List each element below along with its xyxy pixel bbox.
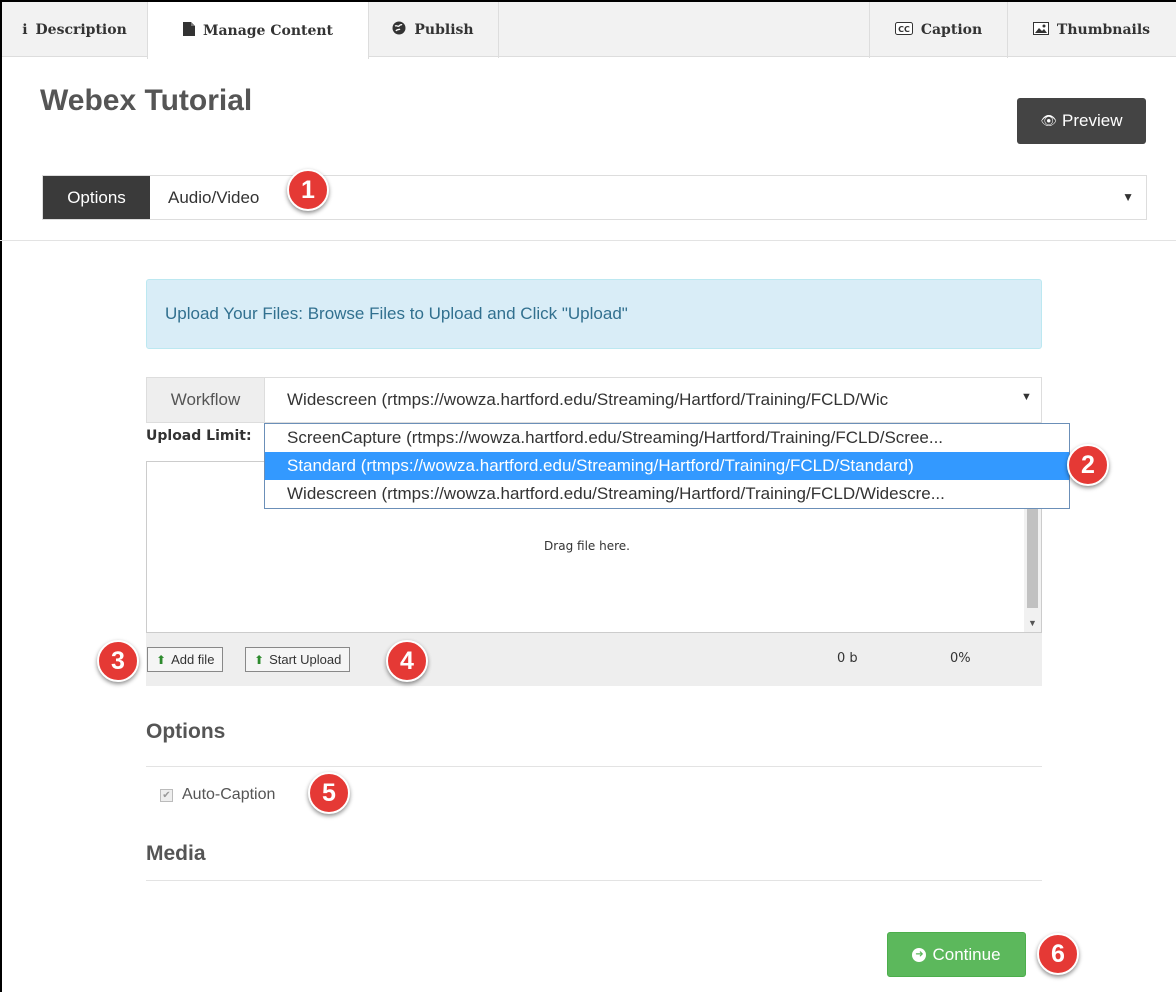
upload-limit-label: Upload Limit: bbox=[146, 428, 252, 444]
options-label: Options bbox=[43, 176, 150, 219]
workflow-value: Widescreen (rtmps://wowza.hartford.edu/S… bbox=[287, 390, 889, 409]
auto-caption-checkbox[interactable]: ✔ bbox=[160, 788, 173, 802]
alert-text: Upload Your Files: Browse Files to Uploa… bbox=[165, 304, 628, 323]
workflow-dropdown-list: ScreenCapture (rtmps://wowza.hartford.ed… bbox=[264, 423, 1070, 509]
up-arrow-icon: ⬆ bbox=[156, 652, 167, 667]
eye-icon: 👁 bbox=[1040, 113, 1058, 128]
tab-label: Publish bbox=[414, 22, 474, 38]
content-type-select[interactable]: Options Audio/Video ▼ bbox=[42, 175, 1147, 220]
arrow-right-circle-icon: ➜ bbox=[912, 947, 927, 962]
callout-badge: 4 bbox=[386, 640, 428, 682]
tab-manage-content[interactable]: Manage Content bbox=[147, 2, 369, 59]
preview-label: Preview bbox=[1062, 111, 1123, 130]
workflow-option-screencapture[interactable]: ScreenCapture (rtmps://wowza.hartford.ed… bbox=[265, 424, 1069, 452]
add-file-label: Add file bbox=[171, 652, 215, 667]
caret-down-icon: ▼ bbox=[1021, 391, 1032, 403]
add-file-button[interactable]: ⬆ Add file bbox=[147, 647, 224, 672]
tab-caption[interactable]: CC Caption bbox=[869, 2, 1008, 58]
scroll-down-arrow-icon[interactable]: ▼ bbox=[1028, 618, 1037, 628]
caret-down-icon: ▼ bbox=[1122, 190, 1134, 204]
tab-label: Caption bbox=[920, 22, 983, 38]
tab-label: Thumbnails bbox=[1056, 22, 1151, 38]
workflow-option-widescreen[interactable]: Widescreen (rtmps://wowza.hartford.edu/S… bbox=[265, 480, 1069, 508]
divider bbox=[146, 766, 1042, 767]
workflow-label: Workflow bbox=[146, 377, 265, 423]
auto-caption-label: Auto-Caption bbox=[182, 786, 276, 803]
continue-label: Continue bbox=[932, 944, 1001, 964]
divider bbox=[146, 880, 1042, 881]
tab-label: Description bbox=[35, 22, 127, 38]
globe-icon bbox=[392, 21, 406, 39]
workflow-select[interactable]: Widescreen (rtmps://wowza.hartford.edu/S… bbox=[264, 377, 1042, 423]
tab-publish[interactable]: Publish bbox=[368, 2, 499, 58]
callout-badge: 1 bbox=[287, 169, 329, 211]
content-type-value: Audio/Video bbox=[168, 187, 260, 207]
tab-thumbnails[interactable]: Thumbnails bbox=[1007, 2, 1176, 58]
workflow-option-standard[interactable]: Standard (rtmps://wowza.hartford.edu/Str… bbox=[265, 452, 1069, 480]
tab-description[interactable]: ℹ Description bbox=[2, 2, 148, 58]
start-upload-label: Start Upload bbox=[269, 652, 342, 667]
media-heading: Media bbox=[146, 842, 206, 865]
up-arrow-icon: ⬆ bbox=[254, 652, 265, 667]
callout-badge: 5 bbox=[308, 772, 350, 814]
continue-button[interactable]: ➜ Continue bbox=[887, 932, 1026, 977]
tab-label: Manage Content bbox=[202, 22, 334, 39]
info-alert: Upload Your Files: Browse Files to Uploa… bbox=[146, 279, 1042, 349]
page-title: Webex Tutorial bbox=[40, 84, 253, 117]
tab-bar: ℹ Description Manage Content Publish CC … bbox=[2, 2, 1176, 59]
divider bbox=[0, 240, 1176, 241]
cc-icon: CC bbox=[894, 21, 913, 39]
image-icon bbox=[1032, 21, 1049, 39]
start-upload-button[interactable]: ⬆ Start Upload bbox=[245, 647, 351, 672]
preview-button[interactable]: 👁 Preview bbox=[1017, 98, 1146, 144]
svg-text:CC: CC bbox=[898, 25, 910, 34]
scrollbar-thumb[interactable] bbox=[1027, 508, 1038, 608]
callout-badge: 3 bbox=[97, 640, 139, 682]
auto-caption-option[interactable]: ✔ Auto-Caption bbox=[160, 786, 275, 804]
file-icon bbox=[182, 21, 195, 40]
upload-percent: 0% bbox=[950, 651, 971, 666]
info-icon: ℹ bbox=[22, 22, 28, 38]
callout-badge: 2 bbox=[1067, 444, 1109, 486]
options-heading: Options bbox=[146, 720, 226, 743]
callout-badge: 6 bbox=[1037, 933, 1079, 975]
drop-zone-text: Drag file here. bbox=[544, 539, 630, 553]
upload-size: 0 b bbox=[837, 651, 858, 666]
